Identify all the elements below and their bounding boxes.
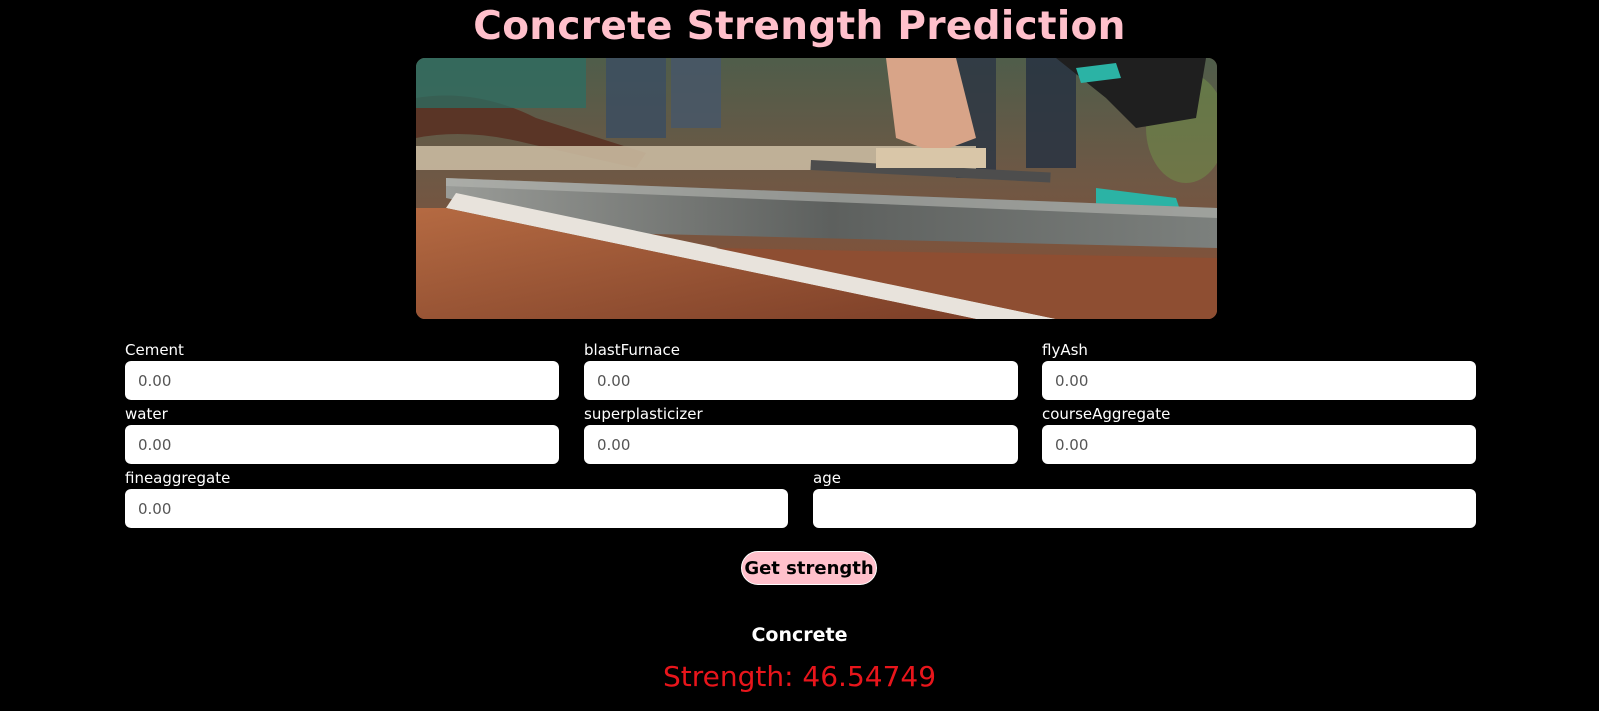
course-aggregate-label: courseAggregate bbox=[1042, 405, 1171, 423]
page-title: Concrete Strength Prediction bbox=[473, 4, 1126, 49]
cement-input[interactable] bbox=[125, 361, 559, 400]
page: Concrete Strength Prediction Cement 0.00… bbox=[0, 0, 1599, 711]
age-input[interactable] bbox=[813, 489, 1476, 528]
superplasticizer-input[interactable] bbox=[584, 425, 1018, 464]
water-input[interactable] bbox=[125, 425, 559, 464]
course-aggregate-input[interactable] bbox=[1042, 425, 1476, 464]
hero-image bbox=[416, 58, 1217, 319]
fly-ash-label: flyAsh bbox=[1042, 341, 1088, 359]
fly-ash-input[interactable] bbox=[1042, 361, 1476, 400]
cement-label: Cement bbox=[125, 341, 184, 359]
fine-aggregate-label: fineaggregate bbox=[125, 469, 231, 487]
water-label: water bbox=[125, 405, 168, 423]
fine-aggregate-input[interactable] bbox=[125, 489, 788, 528]
get-strength-button[interactable]: Get strength bbox=[741, 551, 877, 585]
age-label: age bbox=[813, 469, 841, 487]
concrete-pouring-photo-icon bbox=[416, 58, 1217, 319]
strength-result: Strength: 46.54749 bbox=[662, 660, 937, 693]
result-heading: Concrete bbox=[751, 624, 848, 646]
blast-furnace-label: blastFurnace bbox=[584, 341, 680, 359]
superplasticizer-label: superplasticizer bbox=[584, 405, 703, 423]
blast-furnace-input[interactable] bbox=[584, 361, 1018, 400]
